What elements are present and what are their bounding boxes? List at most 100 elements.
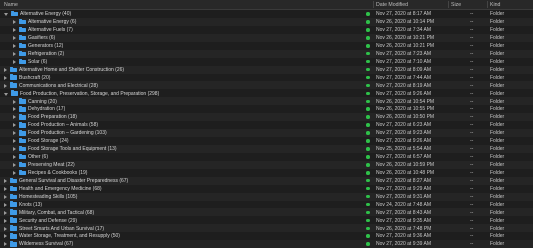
disclosure-collapsed-icon[interactable] [13,107,16,112]
disclosure-collapsed-icon[interactable] [4,202,7,207]
disclosure-collapsed-icon[interactable] [4,75,7,80]
list-item[interactable]: General Survival and Disaster Preparedne… [0,176,533,185]
column-separator[interactable] [487,1,488,8]
kind-cell: Folder [490,225,505,232]
disclosure-collapsed-icon[interactable] [13,43,16,48]
list-item[interactable]: Food Production, Preservation, Storage, … [0,89,533,97]
disclosure-collapsed-icon[interactable] [13,155,16,160]
disclosure-collapsed-icon[interactable] [4,178,7,183]
kind-cell: Folder [490,42,505,49]
list-item[interactable]: Food Production – Animals (58) Nov 27, 20… [0,121,533,129]
column-date-header[interactable]: Date Modified [376,2,408,8]
disclosure-collapsed-icon[interactable] [4,67,7,72]
list-item[interactable]: Recipes & Cookbooks (19) Nov 26, 2020 at … [0,169,533,177]
item-name-cell: Refrigeration (2) [13,50,64,57]
disclosure-collapsed-icon[interactable] [4,218,7,223]
sync-status-icon [366,139,370,143]
sync-status-icon [366,99,370,104]
column-separator[interactable] [373,1,374,8]
size-cell: -- [470,138,474,145]
list-item[interactable]: Other (6) Nov 27, 2020 at 6:57 AM -- Folder [0,153,533,161]
item-label: Food Production – Animals (58) [28,122,99,129]
list-item[interactable]: Food Storage (24) Nov 27, 2020 at 9:26 AM… [0,137,533,145]
disclosure-collapsed-icon[interactable] [13,147,16,152]
disclosure-collapsed-icon[interactable] [4,186,7,191]
column-name-header[interactable]: Name [4,2,18,8]
date-modified-cell: Nov 26, 2020 at 7:48 PM [376,225,432,232]
sync-status-icon [366,28,370,32]
folder-icon [11,90,18,96]
item-label: Bushcraft (20) [19,74,51,81]
disclosure-collapsed-icon[interactable] [4,234,7,239]
list-item[interactable]: Preserving Meat (22) Nov 26, 2020 at 10:5… [0,160,533,169]
list-item[interactable]: Military, Combat, and Tactical (68) Nov 2… [0,208,533,217]
size-cell: -- [470,98,474,105]
list-item[interactable]: Dehydration (17) Nov 26, 2020 at 10:55 PM… [0,105,533,113]
item-name-cell: Food Production – Animals (58) [13,122,98,128]
list-item[interactable]: Security and Defense (29) Nov 27, 2020 at… [0,216,533,224]
list-item[interactable]: Street Smarts And Urban Survival (17) Nov… [0,224,533,233]
disclosure-collapsed-icon[interactable] [4,194,7,199]
kind-cell: Folder [490,146,505,153]
disclosure-collapsed-icon[interactable] [4,210,7,215]
item-name-cell: Dehydration (17) [13,106,65,112]
list-item[interactable]: Health and Emergency Medicine (68) Nov 27… [0,185,533,193]
disclosure-collapsed-icon[interactable] [4,242,7,247]
item-label: Recipes & Cookbooks (19) [28,169,88,176]
disclosure-collapsed-icon[interactable] [13,123,16,128]
list-item[interactable]: Alternative Fuels (7) Nov 27, 2020 at 7:3… [0,26,533,34]
list-item[interactable]: Water Storage, Treatment, and Resupply (… [0,232,533,240]
disclosure-collapsed-icon[interactable] [13,131,16,136]
column-size-header[interactable]: Size [451,2,461,8]
list-item[interactable]: Alternative Energy (40) Nov 27, 2020 at 8… [0,10,533,18]
list-item[interactable]: Food Storage Tools and Equipment (13) Nov… [0,144,533,153]
list-item[interactable]: Knots (13) Nov 24, 2020 at 7:48 AM -- Folde… [0,201,533,209]
disclosure-expanded-icon[interactable] [4,92,8,96]
kind-cell: Folder [490,98,505,105]
list-item[interactable]: Canning (20) Nov 26, 2020 at 10:54 PM -- Fo… [0,97,533,106]
sync-status-icon [366,155,370,159]
disclosure-collapsed-icon[interactable] [4,83,7,88]
disclosure-collapsed-icon[interactable] [13,59,16,64]
disclosure-collapsed-icon[interactable] [13,170,16,175]
list-item[interactable]: Food Production – Gardening (103) Nov 27,… [0,129,533,137]
item-label: Solar (6) [28,58,48,65]
column-kind-header[interactable]: Kind [490,2,500,8]
item-name-cell: Food Production – Gardening (103) [13,130,107,136]
disclosure-expanded-icon[interactable] [4,13,8,17]
list-item[interactable]: Wilderness Survival (67) Nov 27, 2020 at … [0,240,533,248]
list-item[interactable]: Alternative Home and Shelter Constructio… [0,65,533,74]
disclosure-collapsed-icon[interactable] [13,115,16,120]
item-label: Street Smarts And Urban Survival (17) [19,225,105,232]
date-modified-cell: Nov 26, 2020 at 10:54 PM [376,98,435,105]
list-item[interactable]: Homesteading Skills (105) Nov 27, 2020 at… [0,192,533,201]
list-item[interactable]: Refrigeration (2) Nov 27, 2020 at 7:23 AM… [0,49,533,58]
column-separator[interactable] [448,1,449,8]
list-item[interactable]: Generators (12) Nov 26, 2020 at 10:21 PM -… [0,42,533,50]
sync-status-icon [366,91,370,96]
list-item[interactable]: Food Preparation (18) Nov 26, 2020 at 10:… [0,113,533,122]
list-item[interactable]: Alternative Energy (6) Nov 26, 2020 at 10… [0,17,533,26]
date-modified-cell: Nov 26, 2020 at 10:50 PM [376,114,435,121]
disclosure-collapsed-icon[interactable] [4,226,7,231]
sync-status-icon [366,123,370,127]
disclosure-collapsed-icon[interactable] [13,28,16,33]
date-modified-cell: Nov 27, 2020 at 6:23 AM [376,122,432,129]
list-item[interactable]: Solar (6) Nov 27, 2020 at 7:10 AM -- Folder [0,58,533,66]
sync-status-icon [366,163,370,167]
list-item[interactable]: Communications and Electrical (28) Nov 27… [0,81,533,90]
size-cell: -- [470,225,474,232]
item-label: Canning (20) [28,98,57,105]
disclosure-collapsed-icon[interactable] [13,139,16,144]
disclosure-collapsed-icon[interactable] [13,163,16,167]
list-item[interactable]: Gasifiers (6) Nov 26, 2020 at 10:21 PM -- F… [0,33,533,42]
item-name-cell: Recipes & Cookbooks (19) [13,169,88,176]
disclosure-collapsed-icon[interactable] [13,36,16,40]
disclosure-collapsed-icon[interactable] [13,99,16,104]
item-label: Security and Defense (29) [19,217,78,224]
disclosure-collapsed-icon[interactable] [13,51,16,56]
size-cell: -- [470,154,474,161]
list-item[interactable]: Bushcraft (20) Nov 27, 2020 at 7:44 AM -- F… [0,74,533,82]
item-name-cell: Alternative Fuels (7) [13,26,73,33]
disclosure-collapsed-icon[interactable] [13,20,16,25]
